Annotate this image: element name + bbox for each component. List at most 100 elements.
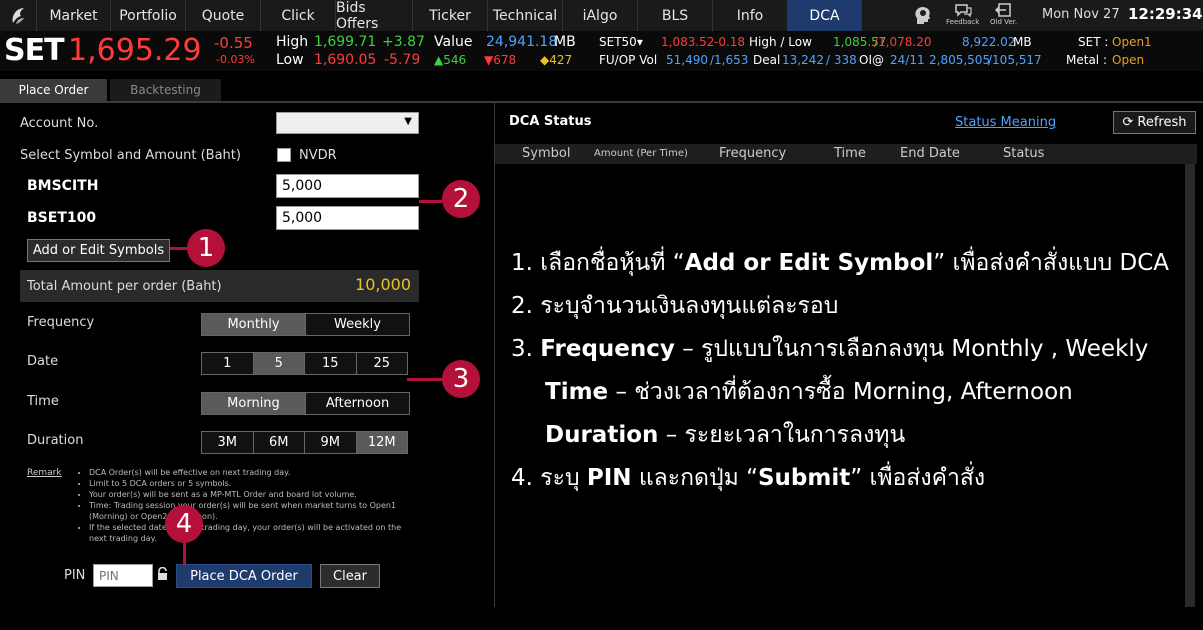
instruction-bold: PIN — [586, 465, 632, 491]
column-header-amount: Amount (Per Time) — [594, 148, 688, 159]
high-label: High — [276, 34, 309, 50]
tab-divider — [0, 101, 1203, 103]
pin-input[interactable] — [93, 564, 153, 587]
fuop-b: /1,653 — [710, 53, 749, 67]
nav-dca[interactable]: DCA — [787, 0, 862, 31]
duration-selector: 3M 6M 9M 12M — [201, 431, 408, 454]
low-change: -5.79 — [384, 52, 421, 68]
instruction-text: – รูปแบบในการเลือกลงทุน Monthly , Weekly — [674, 336, 1149, 362]
instruction-text: – ช่วงเวลาที่ต้องการซื้อ Morning, Aftern… — [608, 379, 1073, 405]
lock-icon — [157, 566, 168, 584]
set-status: Open1 — [1112, 35, 1152, 49]
frequency-option-weekly[interactable]: Weekly — [305, 314, 409, 335]
total-amount-label: Total Amount per order (Baht) — [27, 279, 222, 294]
account-label: Account No. — [20, 116, 99, 131]
instruction-bold: Time — [545, 379, 609, 405]
status-meaning-link[interactable]: Status Meaning — [955, 115, 1056, 130]
symbol-amount-input[interactable]: 5,000 — [276, 174, 419, 198]
refresh-button[interactable]: ⟳ Refresh — [1113, 111, 1196, 134]
high-change: +3.87 — [382, 34, 425, 50]
total-amount-value: 10,000 — [355, 275, 411, 294]
column-header-status: Status — [1003, 146, 1045, 161]
instruction-text: 3. — [511, 336, 541, 362]
nav-bids-offers[interactable]: Bids Offers — [335, 0, 412, 32]
decliners-count: 678 — [493, 53, 517, 67]
remark-link[interactable]: Remark — [27, 468, 62, 478]
instruction-step-2: 2. ระบุจำนวนเงินลงทุนแต่ละรอบ — [511, 293, 839, 319]
nav-ialgo[interactable]: iAlgo — [562, 0, 637, 31]
profile-head-icon[interactable] — [912, 4, 934, 26]
app-logo-icon[interactable] — [0, 0, 36, 31]
place-dca-order-button[interactable]: Place DCA Order — [176, 564, 312, 588]
dropdown-arrow-icon: ▼ — [404, 116, 412, 127]
total-amount-row: Total Amount per order (Baht) 10,000 — [20, 270, 419, 302]
old-version-icon[interactable]: Old Ver. — [990, 2, 1017, 26]
time-option-afternoon[interactable]: Afternoon — [305, 393, 409, 414]
refresh-label: Refresh — [1137, 115, 1187, 130]
top-nav: Market Portfolio Quote Click Bids Offers… — [0, 0, 1203, 32]
nav-technical[interactable]: Technical — [487, 0, 562, 31]
index-name: SET — [4, 33, 65, 68]
remark-list: DCA Order(s) will be effective on next t… — [79, 467, 409, 544]
duration-option[interactable]: 9M — [304, 432, 356, 453]
metal-status: Open — [1112, 53, 1145, 67]
scrollbar[interactable] — [1185, 164, 1195, 607]
instruction-text: ” เพื่อส่งคำสั่ง — [850, 465, 986, 491]
time-option-morning[interactable]: Morning — [202, 393, 305, 414]
symbol-name: BMSCITH — [27, 178, 99, 194]
feedback-icon[interactable]: Feedback — [946, 2, 979, 26]
nav-quote[interactable]: Quote — [185, 0, 260, 31]
value-amount: 24,941.18 — [486, 34, 558, 50]
unchanged: ◆427 — [540, 53, 573, 67]
oi-b: 2,805,505 — [929, 53, 991, 67]
account-select[interactable]: ▼ — [276, 112, 419, 134]
duration-option[interactable]: 6M — [252, 432, 304, 453]
nav-market[interactable]: Market — [36, 0, 110, 31]
step-marker-1: 1 — [187, 229, 225, 267]
date-option[interactable]: 15 — [304, 353, 356, 374]
instruction-bold: Submit — [757, 465, 851, 491]
date-selector: 1 5 15 25 — [201, 352, 408, 375]
nav-info[interactable]: Info — [712, 0, 787, 31]
advancers: ▲546 — [434, 53, 467, 67]
date-option[interactable]: 25 — [355, 353, 407, 374]
add-edit-symbols-button[interactable]: Add or Edit Symbols — [27, 239, 170, 262]
date-option[interactable]: 5 — [252, 353, 304, 374]
nvdr-label: NVDR — [299, 148, 337, 163]
frequency-option-monthly[interactable]: Monthly — [202, 314, 305, 335]
date-label: Date — [27, 354, 59, 369]
frequency-selector: Monthly Weekly — [201, 313, 410, 336]
step-marker-2: 2 — [442, 180, 480, 218]
tab-backtesting[interactable]: Backtesting — [110, 79, 221, 101]
instruction-step-4: 4. ระบุ PIN และกดปุ่ม “Submit” เพื่อส่งค… — [511, 460, 985, 496]
duration-option[interactable]: 3M — [202, 432, 253, 453]
instruction-text: ” เพื่อส่งคำสั่งแบบ DCA — [933, 250, 1170, 276]
duration-option[interactable]: 12M — [355, 432, 407, 453]
nvdr-checkbox[interactable] — [277, 148, 291, 162]
fuop-label: FU/OP Vol — [599, 53, 658, 67]
instruction-text: – ระยะเวลาในการลงทุน — [658, 422, 906, 448]
instruction-step-1: 1. เลือกชื่อหุ้นที่ “Add or Edit Symbol”… — [511, 245, 1169, 281]
clear-button[interactable]: Clear — [320, 564, 380, 588]
oi-label: OI@ — [859, 53, 884, 67]
nav-click[interactable]: Click — [260, 0, 335, 31]
nav-ticker[interactable]: Ticker — [412, 0, 487, 31]
column-header-time: Time — [834, 146, 866, 161]
nav-bls[interactable]: BLS — [637, 0, 712, 31]
step-marker-4: 4 — [165, 505, 203, 543]
set50-selector[interactable]: SET50▾ — [599, 35, 643, 49]
instruction-text: 4. ระบุ — [511, 465, 587, 491]
set50-unit: MB — [1013, 35, 1032, 49]
deal-b: / 338 — [826, 53, 857, 67]
marker-connector — [407, 378, 443, 381]
symbol-amount-input[interactable]: 5,000 — [276, 206, 419, 230]
remark-item: Your order(s) will be sent as a MP-MTL O… — [89, 489, 409, 500]
remark-item: DCA Order(s) will be effective on next t… — [89, 467, 409, 478]
tab-place-order[interactable]: Place Order — [0, 79, 107, 101]
symbol-amount-label: Select Symbol and Amount (Baht) — [20, 148, 241, 163]
high-low-label: High / Low — [749, 35, 812, 49]
value-label: Value — [434, 34, 473, 50]
date-option[interactable]: 1 — [202, 353, 253, 374]
nav-portfolio[interactable]: Portfolio — [110, 0, 185, 31]
high-value: 1,699.71 — [314, 34, 377, 50]
